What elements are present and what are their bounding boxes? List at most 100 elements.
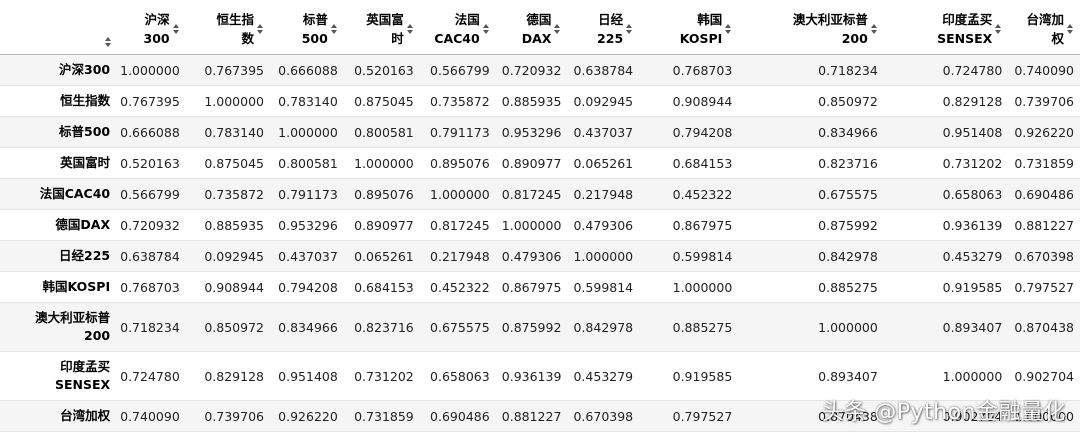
sort-icon[interactable] xyxy=(870,23,878,35)
table-cell: 0.724780 xyxy=(120,368,180,384)
sort-icon[interactable] xyxy=(330,23,338,35)
column-header[interactable]: 日经 225 xyxy=(567,0,640,55)
column-header[interactable]: 英国富时 xyxy=(343,0,420,55)
table-cell: 0.875045 xyxy=(204,155,264,171)
table-cell: 0.817245 xyxy=(501,186,562,202)
column-header[interactable]: 恒生指数 xyxy=(185,0,270,55)
table-cell: 0.875992 xyxy=(818,217,878,233)
column-header[interactable]: 印度孟买 SENSEX xyxy=(883,0,1009,55)
row-label: 德国DAX xyxy=(55,217,111,232)
table-cell: 0.893407 xyxy=(942,319,1003,335)
sort-icon[interactable] xyxy=(995,23,1002,35)
column-header[interactable]: 标普 500 xyxy=(270,0,344,55)
column-header[interactable]: 韩国 KOSPI xyxy=(639,0,739,55)
row-label: 英国富时 xyxy=(60,155,111,170)
table-cell: 0.908944 xyxy=(672,93,733,109)
table-cell: 0.881227 xyxy=(1014,217,1074,233)
column-header[interactable]: 台湾加权 xyxy=(1008,0,1080,55)
table-cell: 0.919585 xyxy=(942,279,1003,295)
sort-icon[interactable] xyxy=(105,36,112,48)
table-cell: 0.867975 xyxy=(672,217,733,233)
table-cell: 0.731202 xyxy=(354,368,414,384)
table-cell: 0.936139 xyxy=(501,368,562,384)
table-cell: 0.684153 xyxy=(672,155,733,171)
table-cell: 0.926220 xyxy=(1014,124,1074,140)
table-row: 印度孟买 SENSEX 0.724780 0.829128 0.951408 0.7312… xyxy=(0,351,1080,401)
table-cell: 1.000000 xyxy=(430,186,490,202)
table-cell: 1.000000 xyxy=(120,62,180,78)
column-header[interactable]: 澳大利亚标普 200 xyxy=(738,0,884,55)
table-cell: 0.850972 xyxy=(818,93,878,109)
table-cell: 0.740090 xyxy=(120,408,180,424)
sort-icon[interactable] xyxy=(725,23,732,35)
table-cell: 0.690486 xyxy=(430,408,490,424)
table-cell: 0.885935 xyxy=(204,217,264,233)
table-cell: 0.829128 xyxy=(204,368,264,384)
row-label: 标普500 xyxy=(59,124,111,139)
table-cell: 0.520163 xyxy=(354,62,414,78)
table-cell: 0.823716 xyxy=(354,319,414,335)
sort-icon[interactable] xyxy=(554,23,561,35)
table-cell: 0.951408 xyxy=(942,124,1003,140)
sort-icon[interactable] xyxy=(1067,23,1074,35)
table-cell: 0.797527 xyxy=(672,408,733,424)
table-row: 澳大利亚标普 200 0.718234 0.850972 0.834966 0.82371… xyxy=(0,302,1080,352)
column-header[interactable]: 沪深 300 xyxy=(118,0,186,55)
table-row: 英国富时 0.520163 0.875045 0.800581 1.000000 0.89… xyxy=(0,147,1080,179)
column-header-label: 澳大利亚标普 200 xyxy=(792,12,868,46)
table-cell: 0.800581 xyxy=(354,124,414,140)
table-cell: 0.739706 xyxy=(1014,93,1074,109)
correlation-table: 沪深 300 恒生指数标普 500 英国富时法国 CAC40 德国 DAX 日经 225 韩国 KOS… xyxy=(0,0,1080,432)
row-label: 法国CAC40 xyxy=(39,186,111,201)
table-row: 恒生指数 0.767395 1.000000 0.783140 0.875045 0.73… xyxy=(0,85,1080,117)
sort-icon[interactable] xyxy=(482,23,490,35)
row-label: 韩国KOSPI xyxy=(42,279,111,294)
table-cell: 0.666088 xyxy=(120,124,180,140)
table-cell: 0.902704 xyxy=(942,408,1003,424)
table-cell: 0.794208 xyxy=(672,124,733,140)
table-cell: 1.000000 xyxy=(354,155,414,171)
table-cell: 0.768703 xyxy=(120,279,180,295)
table-cell: 0.953296 xyxy=(501,124,562,140)
table-cell: 0.926220 xyxy=(278,408,338,424)
index-header[interactable] xyxy=(0,0,119,55)
table-cell: 0.670398 xyxy=(1014,248,1074,264)
column-header-label: 英国富时 xyxy=(366,12,404,46)
row-label: 印度孟买 SENSEX xyxy=(54,359,111,392)
table-cell: 1.000000 xyxy=(501,217,562,233)
table-cell: 0.599814 xyxy=(573,279,634,295)
column-header[interactable]: 法国 CAC40 xyxy=(419,0,496,55)
dataframe-view: 沪深 300 恒生指数标普 500 英国富时法国 CAC40 德国 DAX 日经 225 韩国 KOS… xyxy=(0,0,1080,434)
table-cell: 0.842978 xyxy=(818,248,878,264)
sort-icon[interactable] xyxy=(172,23,180,35)
table-cell: 0.065261 xyxy=(354,248,414,264)
table-cell: 0.767395 xyxy=(120,93,180,109)
table-cell: 0.885935 xyxy=(501,93,562,109)
table-cell: 0.890977 xyxy=(501,155,562,171)
table-cell: 0.885275 xyxy=(672,319,733,335)
table-cell: 0.065261 xyxy=(573,155,634,171)
column-header-label: 韩国 KOSPI xyxy=(679,12,723,46)
table-cell: 0.092945 xyxy=(573,93,634,109)
table-cell: 0.842978 xyxy=(573,319,634,335)
table-cell: 0.902704 xyxy=(1014,368,1074,384)
column-header-label: 法国 CAC40 xyxy=(434,12,480,46)
table-cell: 0.875992 xyxy=(501,319,562,335)
column-header-label: 印度孟买 SENSEX xyxy=(937,12,993,46)
table-cell: 0.895076 xyxy=(430,155,490,171)
table-body: 沪深300 1.000000 0.767395 0.666088 0.520163 0.5… xyxy=(0,54,1080,432)
sort-icon[interactable] xyxy=(257,23,264,35)
table-cell: 0.731859 xyxy=(1014,155,1074,171)
table-cell: 0.658063 xyxy=(942,186,1003,202)
sort-icon[interactable] xyxy=(406,23,414,35)
row-label: 台湾加权 xyxy=(60,408,111,423)
table-cell: 0.870438 xyxy=(818,408,878,424)
table-cell: 0.720932 xyxy=(501,62,562,78)
column-header-label: 德国 DAX xyxy=(521,12,552,46)
table-row: 标普500 0.666088 0.783140 1.000000 0.800581 0.7… xyxy=(0,116,1080,148)
table-cell: 0.767395 xyxy=(204,62,264,78)
table-cell: 0.720932 xyxy=(120,217,180,233)
column-header[interactable]: 德国 DAX xyxy=(495,0,568,55)
sort-icon[interactable] xyxy=(626,23,633,35)
table-cell: 0.735872 xyxy=(430,93,490,109)
